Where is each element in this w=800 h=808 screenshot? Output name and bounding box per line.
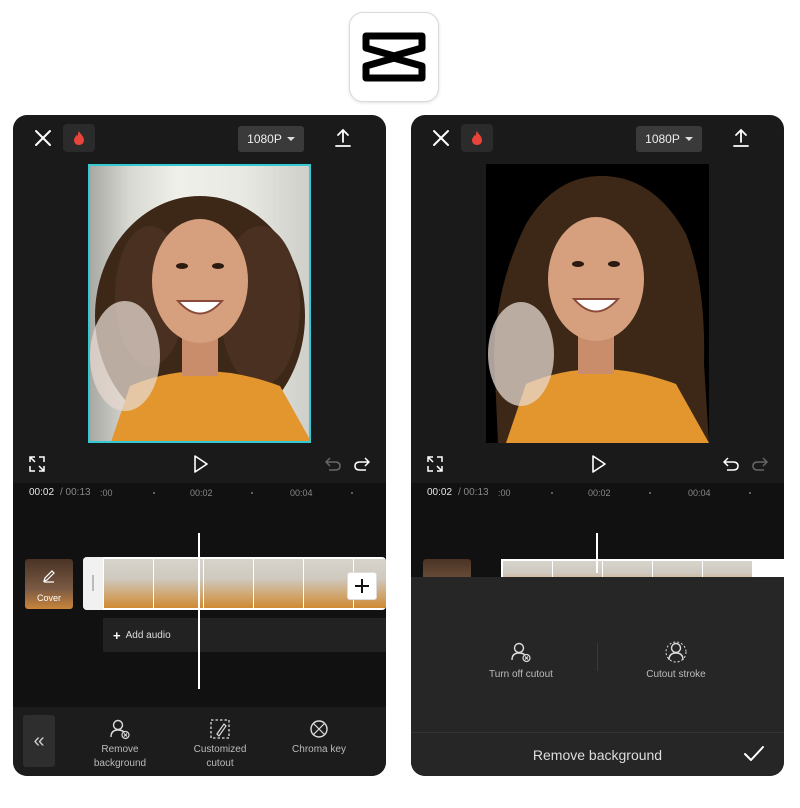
cutout-stroke-icon bbox=[665, 641, 687, 663]
video-clip[interactable] bbox=[83, 557, 386, 610]
playback-controls bbox=[411, 451, 784, 481]
cover-button[interactable]: Cover bbox=[25, 559, 73, 609]
remove-background-panel: Turn off cutout Cutout stroke Remove bac… bbox=[411, 577, 784, 776]
total-time: / 00:13 bbox=[458, 487, 489, 498]
editor-screen-right: 1080P 00:02 / 00:13:00 00:02 00:04 Turn… bbox=[411, 115, 784, 776]
bottom-toolbar: « Remove background Customized cutout Ch… bbox=[13, 707, 386, 776]
time-ruler: 00:02 / 00:13 :00 00:02 00:04 bbox=[411, 483, 784, 503]
clip-frame bbox=[204, 559, 253, 608]
chroma-key-button[interactable]: Chroma key bbox=[284, 718, 354, 757]
pencil-icon bbox=[43, 570, 55, 583]
ruler-tick-label: 00:04 bbox=[290, 488, 313, 498]
top-bar: 1080P bbox=[13, 115, 386, 163]
ruler-tick-label: :00 bbox=[498, 488, 511, 498]
cutout-stroke-label: Cutout stroke bbox=[646, 669, 706, 680]
back-button[interactable]: « bbox=[23, 715, 55, 767]
caret-down-icon bbox=[286, 137, 295, 141]
playhead[interactable] bbox=[596, 533, 598, 573]
play-icon[interactable] bbox=[591, 455, 607, 473]
turn-off-cutout-label: Turn off cutout bbox=[489, 669, 553, 680]
fire-icon bbox=[472, 131, 482, 145]
turn-off-cutout-button[interactable]: Turn off cutout bbox=[461, 641, 581, 680]
total-time: / 00:13 bbox=[60, 487, 91, 498]
fire-icon bbox=[74, 131, 84, 145]
add-audio-button[interactable]: + Add audio bbox=[103, 618, 386, 652]
trending-button[interactable] bbox=[461, 124, 493, 152]
add-clip-button[interactable] bbox=[347, 572, 377, 600]
video-preview[interactable] bbox=[88, 164, 311, 443]
chroma-key-icon bbox=[310, 720, 328, 738]
panel-title: Remove background bbox=[532, 747, 663, 763]
remove-background-icon bbox=[110, 719, 130, 740]
close-icon[interactable] bbox=[33, 128, 53, 148]
customized-cutout-button[interactable]: Customized cutout bbox=[185, 718, 255, 771]
ruler-dot bbox=[749, 492, 751, 494]
resolution-dropdown[interactable]: 1080P bbox=[238, 126, 304, 152]
undo-icon[interactable] bbox=[723, 457, 739, 471]
clip-frame bbox=[254, 559, 303, 608]
top-bar: 1080P bbox=[411, 115, 784, 163]
divider bbox=[597, 643, 598, 671]
chroma-key-label: Chroma key bbox=[292, 744, 346, 755]
ruler-dot bbox=[649, 492, 651, 494]
turn-off-cutout-icon bbox=[511, 642, 531, 663]
time-ruler: 00:02 / 00:13 :00 00:02 00:04 bbox=[13, 483, 386, 503]
undo-icon[interactable] bbox=[325, 457, 341, 471]
close-icon[interactable] bbox=[431, 128, 451, 148]
resolution-label: 1080P bbox=[247, 132, 282, 146]
redo-icon[interactable] bbox=[354, 457, 370, 471]
remove-background-label: Remove background bbox=[93, 744, 147, 769]
cover-label: Cover bbox=[36, 593, 61, 603]
export-icon[interactable] bbox=[731, 127, 751, 149]
customized-cutout-icon bbox=[210, 719, 230, 739]
clip-trim-handle[interactable] bbox=[83, 557, 103, 610]
fullscreen-icon[interactable] bbox=[427, 456, 443, 472]
cutout-person-image bbox=[488, 175, 709, 443]
timeline bbox=[411, 503, 784, 581]
ruler-dot bbox=[551, 492, 553, 494]
trending-button[interactable] bbox=[63, 124, 95, 152]
editor-screen-left: 1080P 00:02 / 00:13:00 00:02 00:04 Cove… bbox=[13, 115, 386, 776]
divider bbox=[411, 732, 784, 733]
play-icon[interactable] bbox=[193, 455, 209, 473]
ruler-tick-label: 00:02 bbox=[190, 488, 213, 498]
ruler-dot bbox=[153, 492, 155, 494]
resolution-label: 1080P bbox=[645, 132, 680, 146]
ruler-tick-label: 00:02 bbox=[588, 488, 611, 498]
caret-down-icon bbox=[684, 137, 693, 141]
plus-icon: + bbox=[113, 627, 121, 643]
resolution-dropdown[interactable]: 1080P bbox=[636, 126, 702, 152]
capcut-logo-icon bbox=[362, 32, 426, 82]
ruler-dot bbox=[251, 492, 253, 494]
clip-frame bbox=[104, 559, 153, 608]
ruler-dot bbox=[351, 492, 353, 494]
current-time: 00:02 bbox=[427, 487, 453, 498]
video-preview[interactable] bbox=[486, 164, 709, 443]
checkmark-icon[interactable] bbox=[743, 745, 765, 763]
playback-controls bbox=[13, 451, 386, 481]
clip-frame bbox=[304, 559, 353, 608]
capcut-logo bbox=[349, 12, 439, 102]
plus-icon bbox=[355, 579, 369, 593]
ruler-tick-label: 00:04 bbox=[688, 488, 711, 498]
timeline: Cover + Add audio bbox=[13, 503, 386, 707]
current-time: 00:02 bbox=[29, 487, 55, 498]
add-audio-label: Add audio bbox=[125, 629, 171, 641]
playhead[interactable] bbox=[198, 533, 200, 689]
ruler-tick-label: :00 bbox=[100, 488, 113, 498]
person-image bbox=[90, 196, 309, 441]
clip-frame bbox=[154, 559, 203, 608]
redo-icon[interactable] bbox=[752, 457, 768, 471]
cutout-stroke-button[interactable]: Cutout stroke bbox=[616, 641, 736, 680]
export-icon[interactable] bbox=[333, 127, 353, 149]
remove-background-button[interactable]: Remove background bbox=[85, 718, 155, 771]
fullscreen-icon[interactable] bbox=[29, 456, 45, 472]
customized-cutout-label: Customized cutout bbox=[193, 744, 247, 769]
